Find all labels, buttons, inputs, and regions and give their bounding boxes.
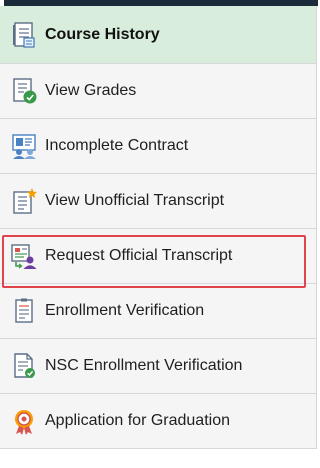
course-history-icon bbox=[13, 21, 35, 48]
nav-item-label: View Grades bbox=[45, 82, 137, 99]
nav-item-label: NSC Enrollment Verification bbox=[45, 357, 243, 374]
nav-item-request-official-transcript[interactable]: Request Official Transcript bbox=[0, 229, 316, 284]
nav-item-enrollment-verification[interactable]: Enrollment Verification bbox=[0, 284, 316, 339]
graduation-application-icon bbox=[15, 410, 33, 435]
navigation-panel: Course History View Grades Incomplete Co… bbox=[0, 0, 318, 468]
nsc-verification-icon bbox=[14, 353, 35, 378]
nav-item-view-unofficial-transcript[interactable]: View Unofficial Transcript bbox=[0, 174, 316, 229]
nav-item-nsc-enrollment-verification[interactable]: NSC Enrollment Verification bbox=[0, 339, 316, 394]
nav-item-application-for-graduation[interactable]: Application for Graduation bbox=[0, 394, 316, 449]
nav-item-label: Enrollment Verification bbox=[45, 302, 205, 319]
view-grades-icon bbox=[13, 78, 37, 104]
nav-item-label: Application for Graduation bbox=[45, 412, 230, 429]
nav-item-label: View Unofficial Transcript bbox=[45, 192, 225, 209]
nav-item-label: Incomplete Contract bbox=[45, 137, 189, 154]
nav-item-incomplete-contract[interactable]: Incomplete Contract bbox=[0, 119, 316, 174]
request-transcript-icon bbox=[11, 244, 37, 269]
nav-list: Course History View Grades Incomplete Co… bbox=[0, 6, 317, 449]
unofficial-transcript-icon bbox=[13, 188, 37, 214]
nav-item-course-history[interactable]: Course History bbox=[0, 6, 316, 64]
nav-item-view-grades[interactable]: View Grades bbox=[0, 64, 316, 119]
enrollment-verification-icon bbox=[15, 298, 33, 323]
nav-item-label: Course History bbox=[45, 25, 160, 43]
incomplete-contract-icon bbox=[12, 134, 36, 159]
nav-item-label: Request Official Transcript bbox=[45, 247, 233, 264]
